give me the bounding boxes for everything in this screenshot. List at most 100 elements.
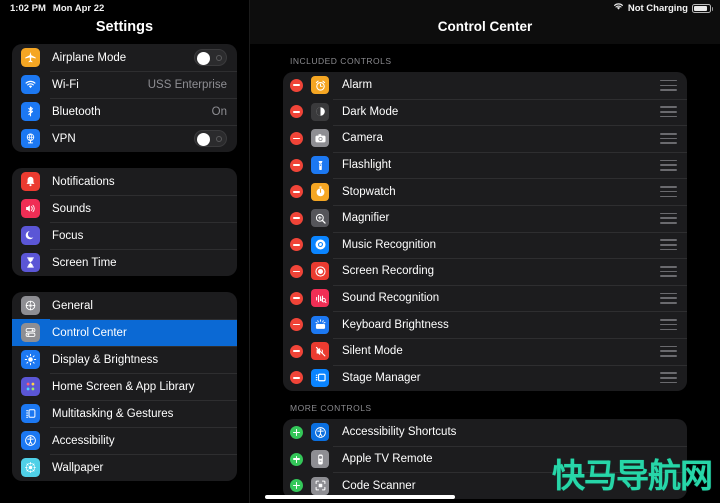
- settings-sidebar: Settings Airplane Mode Wi-Fi USS Enterpris…: [0, 0, 250, 503]
- screen-recording-icon: [311, 262, 329, 281]
- included-controls-list: Alarm Dark Mode Camera Flashlight Stopwatch M…: [283, 72, 687, 392]
- sidebar-item-wi-fi[interactable]: Wi-Fi USS Enterprise: [12, 71, 237, 98]
- control-row[interactable]: Alarm: [283, 72, 687, 99]
- vpn-globe-icon: [21, 129, 40, 148]
- sidebar-item-display-brightness[interactable]: Display & Brightness: [12, 346, 237, 373]
- sidebar-item-label: VPN: [52, 132, 76, 145]
- reorder-handle-icon[interactable]: [660, 79, 677, 91]
- sidebar-item-focus[interactable]: Focus: [12, 222, 237, 249]
- remove-control-icon[interactable]: [290, 371, 303, 385]
- sidebar-item-wallpaper[interactable]: Wallpaper: [12, 454, 237, 481]
- reorder-handle-icon[interactable]: [660, 239, 677, 251]
- remove-control-icon[interactable]: [290, 318, 303, 332]
- wifi-icon: [21, 75, 40, 94]
- sidebar-item-label: Focus: [52, 229, 84, 242]
- toggle-switch[interactable]: [194, 49, 227, 66]
- remove-control-icon[interactable]: [290, 344, 303, 358]
- reorder-handle-icon[interactable]: [660, 159, 677, 171]
- control-label: Music Recognition: [342, 238, 436, 251]
- remove-control-icon[interactable]: [290, 105, 303, 119]
- reorder-handle-icon[interactable]: [660, 345, 677, 357]
- sidebar-item-label: Airplane Mode: [52, 51, 127, 64]
- remove-control-icon[interactable]: [290, 185, 303, 199]
- hourglass-icon: [21, 253, 40, 272]
- toggle-knob: [196, 51, 210, 65]
- status-date: Mon Apr 22: [52, 2, 105, 14]
- add-control-icon[interactable]: [290, 479, 303, 493]
- toggle-off-circle-icon: [216, 136, 222, 142]
- flashlight-icon: [311, 156, 329, 175]
- remove-control-icon[interactable]: [290, 158, 303, 172]
- control-label: Screen Recording: [342, 265, 435, 278]
- sidebar-item-airplane-mode[interactable]: Airplane Mode: [12, 44, 237, 71]
- sidebar-item-label: Home Screen & App Library: [52, 380, 195, 393]
- control-row[interactable]: Accessibility Shortcuts: [283, 419, 687, 446]
- sidebar-item-label: Wi-Fi: [52, 78, 79, 91]
- remove-control-icon[interactable]: [290, 264, 303, 278]
- app-grid-icon: [21, 377, 40, 396]
- reorder-handle-icon[interactable]: [660, 319, 677, 331]
- control-row[interactable]: Keyboard Brightness: [283, 311, 687, 338]
- control-row[interactable]: Flashlight: [283, 151, 687, 179]
- remove-control-icon[interactable]: [290, 291, 303, 305]
- add-control-icon[interactable]: [290, 425, 303, 439]
- sound-recognition-icon: [311, 289, 329, 308]
- sidebar-item-label: Sounds: [52, 202, 92, 215]
- alarm-clock-icon: [311, 76, 329, 95]
- sidebar-item-accessibility[interactable]: Accessibility: [12, 427, 237, 454]
- sidebar-item-value: USS Enterprise: [147, 78, 227, 91]
- reorder-handle-icon[interactable]: [660, 186, 677, 198]
- sidebar-item-label: Bluetooth: [52, 105, 101, 118]
- reorder-handle-icon[interactable]: [660, 132, 677, 144]
- sidebar-item-multitasking-gestures[interactable]: Multitasking & Gestures: [12, 400, 237, 427]
- control-row[interactable]: Screen Recording: [283, 258, 687, 285]
- status-bar: 1:02 PM Mon Apr 22 Not Charging: [0, 0, 720, 16]
- sidebar-item-notifications[interactable]: Notifications: [12, 168, 237, 195]
- wifi-icon: [613, 2, 624, 14]
- sidebar-item-label: Screen Time: [52, 256, 117, 269]
- control-label: Silent Mode: [342, 345, 403, 358]
- remove-control-icon[interactable]: [290, 131, 303, 145]
- sidebar-item-general[interactable]: General: [12, 292, 237, 319]
- control-row[interactable]: Dark Mode: [283, 98, 687, 126]
- sidebar-item-label: Accessibility: [52, 434, 115, 447]
- sidebar-item-screen-time[interactable]: Screen Time: [12, 249, 237, 276]
- stage-manager-icon: [311, 368, 329, 387]
- sidebar-item-sounds[interactable]: Sounds: [12, 195, 237, 222]
- control-label: Accessibility Shortcuts: [342, 426, 457, 439]
- control-row[interactable]: Camera: [283, 125, 687, 152]
- reorder-handle-icon[interactable]: [660, 292, 677, 304]
- control-label: Camera: [342, 132, 383, 145]
- add-control-icon[interactable]: [290, 452, 303, 466]
- home-indicator[interactable]: [265, 495, 455, 499]
- reorder-handle-icon[interactable]: [660, 265, 677, 277]
- silent-mode-icon: [311, 342, 329, 361]
- toggle-off-circle-icon: [216, 55, 222, 61]
- control-row[interactable]: Stage Manager: [283, 364, 687, 392]
- control-row[interactable]: Sound Recognition: [283, 284, 687, 312]
- keyboard-brightness-icon: [311, 315, 329, 334]
- control-center-detail-pane: Control Center INCLUDED CONTROLS Alarm Da…: [250, 0, 720, 503]
- remove-control-icon[interactable]: [290, 78, 303, 92]
- gear-icon: [21, 296, 40, 315]
- sidebar-item-vpn[interactable]: VPN: [12, 125, 237, 152]
- remove-control-icon[interactable]: [290, 238, 303, 252]
- sidebar-group-1: Airplane Mode Wi-Fi USS Enterprise Bluetoot…: [12, 44, 237, 152]
- sidebar-item-home-screen-app-library[interactable]: Home Screen & App Library: [12, 373, 237, 400]
- control-row[interactable]: Magnifier: [283, 204, 687, 232]
- sidebar-item-control-center[interactable]: Control Center: [12, 319, 237, 346]
- remove-control-icon[interactable]: [290, 211, 303, 225]
- status-bar-right: Not Charging: [613, 2, 713, 14]
- control-label: Dark Mode: [342, 105, 399, 118]
- reorder-handle-icon[interactable]: [660, 106, 677, 118]
- control-row[interactable]: Music Recognition: [283, 231, 687, 259]
- control-row[interactable]: Silent Mode: [283, 337, 687, 365]
- reorder-handle-icon[interactable]: [660, 212, 677, 224]
- control-label: Keyboard Brightness: [342, 318, 449, 331]
- sidebar-item-label: Multitasking & Gestures: [52, 407, 174, 420]
- sidebar-item-bluetooth[interactable]: Bluetooth On: [12, 98, 237, 125]
- reorder-handle-icon[interactable]: [660, 372, 677, 384]
- control-row[interactable]: Stopwatch: [283, 178, 687, 205]
- toggle-switch[interactable]: [194, 130, 227, 147]
- battery-icon: [692, 3, 713, 13]
